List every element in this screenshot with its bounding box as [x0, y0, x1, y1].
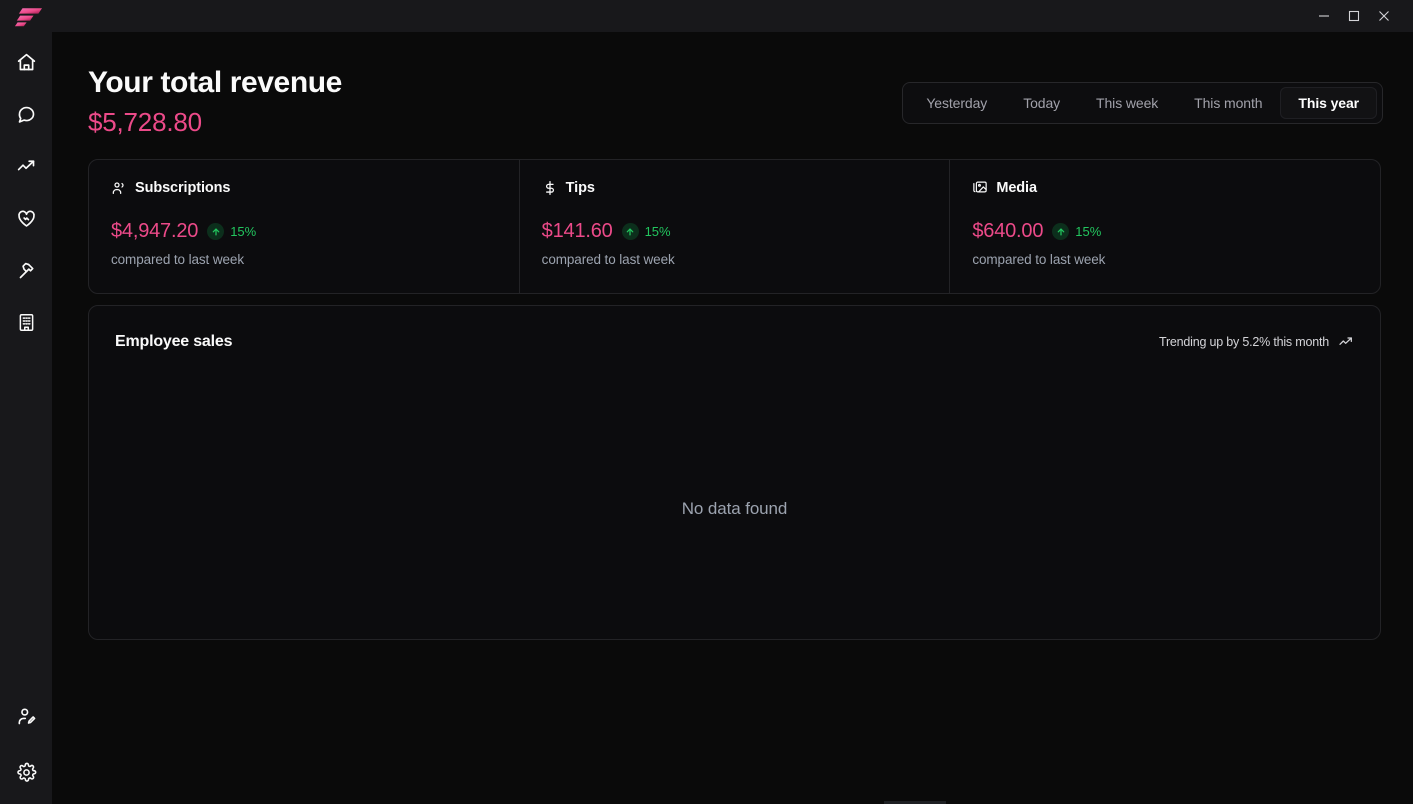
minimize-icon [1318, 10, 1330, 22]
user-edit-icon [16, 706, 37, 727]
heart-handshake-icon [16, 208, 37, 229]
status-badge: 15% [1052, 223, 1101, 240]
building-icon [16, 312, 37, 333]
sidebar-item-messages[interactable] [10, 98, 42, 130]
images-icon [972, 180, 988, 196]
sidebar [0, 32, 52, 804]
range-tab-this-year[interactable]: This year [1280, 87, 1377, 119]
home-icon [16, 52, 37, 73]
status-badge: 15% [207, 223, 256, 240]
sidebar-top-group [10, 32, 42, 338]
maximize-button[interactable] [1339, 0, 1369, 32]
arrow-up-icon [207, 223, 225, 240]
sidebar-item-settings[interactable] [10, 756, 42, 788]
range-tab-yesterday[interactable]: Yesterday [908, 87, 1005, 119]
sidebar-item-tools[interactable] [10, 254, 42, 286]
users-icon [111, 180, 127, 196]
stat-subscriptions: Subscriptions $4,947.20 15% compared to … [89, 160, 519, 293]
employee-sales-header: Employee sales Trending up by 5.2% this … [89, 306, 1380, 378]
stat-subtitle: compared to last week [972, 252, 1106, 267]
page-title: Your total revenue [88, 66, 342, 99]
range-tab-this-month[interactable]: This month [1176, 87, 1280, 119]
window-controls [1309, 0, 1413, 32]
sidebar-item-profile[interactable] [10, 700, 42, 732]
status-badge: 15% [621, 223, 671, 240]
sidebar-item-community[interactable] [10, 202, 42, 234]
main-content: Your total revenue $5,728.80 Yesterday T… [52, 32, 1413, 804]
stat-value-row: $640.00 15% [972, 220, 1358, 243]
stat-value: $640.00 [972, 220, 1044, 242]
trending-up-icon [1338, 334, 1354, 350]
revenue-summary: Your total revenue $5,728.80 [88, 63, 342, 139]
employee-sales-card: Employee sales Trending up by 5.2% this … [88, 305, 1381, 640]
sidebar-bottom-group [10, 700, 42, 804]
sidebar-item-analytics[interactable] [10, 150, 42, 182]
employee-sales-body: No data found [89, 378, 1380, 639]
gear-icon [16, 762, 37, 783]
stat-media: Media $640.00 15% compared to last week [949, 160, 1380, 293]
employee-sales-title: Employee sales [115, 333, 233, 350]
sidebar-item-home[interactable] [10, 46, 42, 78]
window-titlebar [0, 0, 1413, 32]
trending-up-icon [16, 156, 37, 177]
stat-value-row: $4,947.20 15% [111, 220, 497, 243]
minimize-button[interactable] [1309, 0, 1339, 32]
header-row: Your total revenue $5,728.80 Yesterday T… [88, 63, 1383, 139]
close-button[interactable] [1369, 0, 1399, 32]
maximize-icon [1348, 10, 1360, 22]
range-tab-today[interactable]: Today [1005, 87, 1078, 119]
employee-sales-trend-label: Trending up by 5.2% this month [1158, 335, 1329, 349]
stat-subtitle: compared to last week [111, 252, 244, 267]
app-logo [12, 5, 46, 27]
trend-percent: 15% [644, 224, 671, 239]
stat-value: $141.60 [541, 220, 613, 242]
range-tab-this-week[interactable]: This week [1078, 87, 1176, 119]
stat-header: Tips [542, 180, 928, 196]
app-window: Your total revenue $5,728.80 Yesterday T… [0, 0, 1413, 804]
dollar-icon [542, 180, 558, 196]
sidebar-item-business[interactable] [10, 306, 42, 338]
empty-state-message: No data found [681, 498, 788, 518]
hammer-icon [16, 260, 37, 281]
stat-subtitle: compared to last week [541, 252, 675, 267]
range-tab-group: Yesterday Today This week This month Thi… [902, 82, 1383, 124]
stat-title: Tips [565, 180, 595, 196]
stats-card: Subscriptions $4,947.20 15% compared to … [88, 159, 1381, 294]
total-revenue-amount: $5,728.80 [88, 107, 202, 137]
employee-sales-trend: Trending up by 5.2% this month [1159, 334, 1354, 350]
message-icon [16, 104, 37, 125]
stat-title: Subscriptions [135, 180, 231, 196]
stat-header: Media [972, 180, 1358, 196]
trend-percent: 15% [1075, 224, 1102, 239]
stat-value-row: $141.60 15% [542, 220, 928, 243]
close-icon [1378, 10, 1390, 22]
arrow-up-icon [621, 223, 639, 240]
trend-percent: 15% [230, 224, 257, 239]
stat-tips: Tips $141.60 15% compared to last week [518, 160, 950, 293]
titlebar-left [0, 0, 46, 32]
stat-value: $4,947.20 [111, 220, 199, 242]
stat-header: Subscriptions [111, 180, 497, 196]
stat-title: Media [996, 180, 1037, 196]
arrow-up-icon [1052, 223, 1070, 240]
